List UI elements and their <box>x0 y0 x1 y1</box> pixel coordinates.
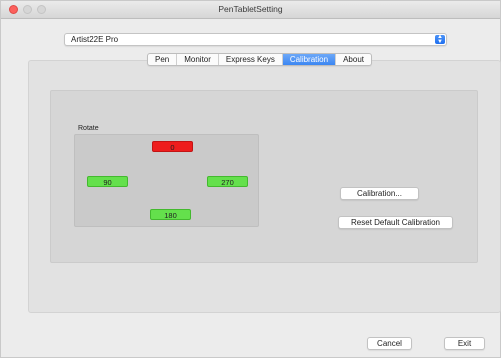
rotate-label: Rotate <box>78 125 99 132</box>
tab-about[interactable]: About <box>336 54 371 65</box>
reset-default-calibration-button[interactable]: Reset Default Calibration <box>338 216 453 229</box>
cancel-button[interactable]: Cancel <box>367 337 412 350</box>
title-bar: PenTabletSetting <box>1 1 500 19</box>
rotate-180-button[interactable]: 180 <box>150 209 191 220</box>
rotate-270-button[interactable]: 270 <box>207 176 248 187</box>
tab-bar: Pen Monitor Express Keys Calibration Abo… <box>147 53 372 66</box>
app-window: PenTabletSetting Artist22E Pro ▲ ▼ Pen Mo… <box>0 0 501 358</box>
rotate-0-button[interactable]: 0 <box>152 141 193 152</box>
tab-pen[interactable]: Pen <box>148 54 178 65</box>
tab-monitor[interactable]: Monitor <box>177 54 219 65</box>
exit-button[interactable]: Exit <box>444 337 485 350</box>
device-select[interactable]: Artist22E Pro ▲ ▼ <box>64 33 447 46</box>
tab-express-keys[interactable]: Express Keys <box>219 54 283 65</box>
tab-calibration[interactable]: Calibration <box>282 54 337 65</box>
device-select-value: Artist22E Pro <box>71 35 119 44</box>
rotate-90-button[interactable]: 90 <box>87 176 128 187</box>
calibration-button[interactable]: Calibration... <box>340 187 419 200</box>
window-title: PenTabletSetting <box>218 4 283 14</box>
select-arrows-icon: ▲ ▼ <box>435 34 445 45</box>
